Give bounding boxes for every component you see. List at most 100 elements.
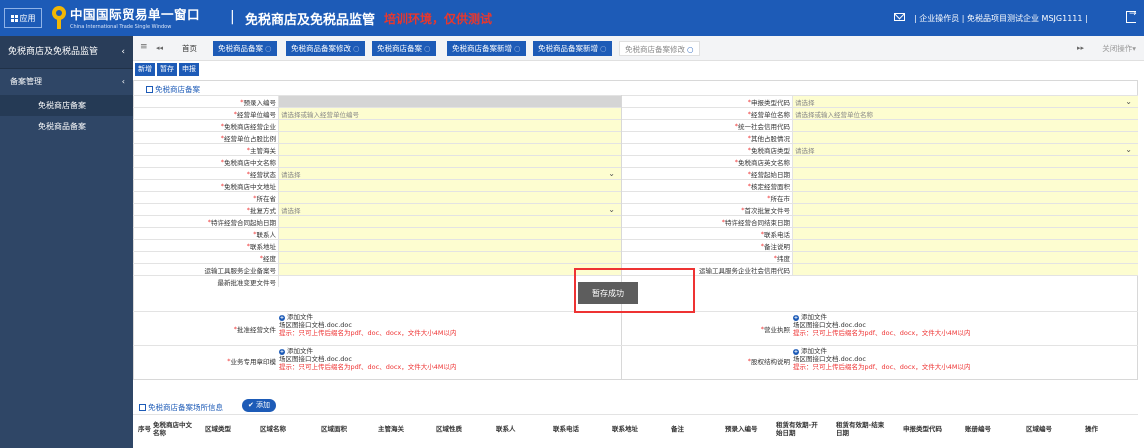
mail-icon[interactable]	[894, 13, 905, 21]
file-link[interactable]: 场区图接口文档.doc.doc	[279, 321, 456, 329]
add-file-button[interactable]: + 添加文件	[279, 347, 456, 355]
chevron-down-icon[interactable]: ⌄	[1125, 145, 1132, 154]
tab-back-icon[interactable]: ◂◂	[156, 44, 163, 52]
brand: 中国国际贸易单一窗口 China International Trade Sin…	[70, 4, 200, 30]
right-field-input[interactable]	[792, 156, 1138, 167]
brand-en: China International Trade Single Window	[70, 24, 172, 30]
save-button[interactable]: 暂存	[157, 63, 177, 76]
right-field-input[interactable]	[792, 252, 1138, 263]
right-field-input[interactable]	[792, 192, 1138, 203]
tab-shop-filing-edit[interactable]: 免税商店备案修改 ○	[619, 41, 700, 56]
right-field-input[interactable]	[792, 240, 1138, 251]
section-title-area: 免税商店备案场所信息	[139, 402, 223, 413]
close-icon[interactable]: ○	[600, 44, 607, 53]
left-field-input[interactable]	[278, 180, 621, 191]
right-field-select[interactable]: 请选择 ⌄	[792, 144, 1138, 155]
right-field-label: * 免税商店英文名称	[734, 157, 790, 167]
sidebar-item-goods-filing[interactable]: 免税商品备案	[0, 116, 133, 137]
add-file-button[interactable]: + 添加文件	[279, 313, 456, 321]
file-link[interactable]: 场区图接口文档.doc.doc	[279, 355, 456, 363]
right-field-input[interactable]	[792, 180, 1138, 191]
upload-hint: 提示：只可上传后缀名为pdf、doc、docx，文件大小4M以内	[793, 329, 971, 337]
edit-icon	[146, 86, 153, 93]
tab-shop-filing[interactable]: 免税商店备案 ○	[372, 41, 436, 56]
right-field-label: * 经营单位名称	[747, 109, 790, 119]
left-field-input[interactable]	[278, 156, 621, 167]
tab-home[interactable]: 首页	[177, 41, 202, 56]
close-icon[interactable]: ○	[514, 44, 521, 53]
right-field-input[interactable]	[792, 204, 1138, 215]
sidebar-item-shop-filing[interactable]: 免税商店备案	[0, 95, 133, 116]
left-field-input[interactable]	[278, 144, 621, 155]
file-link[interactable]: 场区图接口文档.doc.doc	[793, 355, 970, 363]
right-field-label: * 纬度	[773, 253, 790, 263]
chevron-down-icon[interactable]: ⌄	[608, 169, 615, 178]
submit-button[interactable]: 申报	[179, 63, 199, 76]
tab-goods-filing-edit[interactable]: 免税商品备案修改 ○	[286, 41, 365, 56]
right-field-input[interactable]	[792, 132, 1138, 143]
form-row: * 批复方式 请选择 ⌄ * 首次批复文件号	[133, 203, 1138, 215]
left-field-input[interactable]	[278, 216, 621, 227]
left-field-input[interactable]	[278, 132, 621, 143]
right-field-input[interactable]	[792, 228, 1138, 239]
upload-block-seal[interactable]: + 添加文件 场区图接口文档.doc.doc 提示：只可上传后缀名为pdf、doc…	[279, 347, 456, 371]
close-icon[interactable]: ○	[353, 44, 360, 53]
upload-label: * 批准经营文件	[233, 325, 276, 334]
sidebar-group-filing[interactable]: 备案管理 ‹	[0, 69, 133, 95]
tab-label: 免税商店备案新增	[452, 44, 512, 53]
right-field-input[interactable]	[792, 216, 1138, 227]
user-info[interactable]: | 企业操作员 | 免税品项目测试企业 MSJG1111 |	[914, 13, 1088, 24]
new-button[interactable]: 新增	[135, 63, 155, 76]
upload-hint: 提示：只可上传后缀名为pdf、doc、docx，文件大小4M以内	[279, 329, 457, 337]
add-area-button[interactable]: ✔ 添加	[242, 399, 276, 412]
sidebar-header[interactable]: 免税商店及免税品监管 ‹	[0, 36, 133, 69]
left-field-input[interactable]	[278, 252, 621, 263]
left-field-input[interactable]: 请选择或输入经营单位编号	[278, 108, 621, 119]
left-field-input[interactable]	[278, 264, 621, 275]
left-field-input[interactable]	[278, 96, 621, 107]
tab-goods-filing-new[interactable]: 免税商品备案新增 ○	[533, 41, 612, 56]
tab-label: 免税商店备案修改	[625, 45, 685, 54]
right-field-input[interactable]	[792, 264, 1138, 275]
close-icon[interactable]: ○	[265, 44, 272, 53]
left-field-label: * 所在省	[253, 193, 276, 203]
tab-bar: ≡ ◂◂ 首页 免税商品备案 ○ 免税商品备案修改 ○ 免税商店备案 ○ 免税商店备案…	[133, 36, 1144, 61]
chevron-down-icon[interactable]: ⌄	[1125, 97, 1132, 106]
left-field-label: * 经营单位占股比例	[220, 133, 276, 143]
sidebar: 免税商店及免税品监管 ‹ 备案管理 ‹ 免税商店备案 免税商品备案	[0, 36, 133, 448]
app-menu-button[interactable]: 应用	[4, 8, 42, 28]
tab-shop-filing-new[interactable]: 免税商店备案新增 ○	[447, 41, 526, 56]
left-field-input[interactable]	[278, 240, 621, 251]
form-row: * 联系人 * 联系电话	[133, 227, 1138, 239]
upload-block-approval[interactable]: + 添加文件 场区图接口文档.doc.doc 提示：只可上传后缀名为pdf、doc…	[279, 313, 456, 337]
table-header-cell: 区域性质	[436, 425, 462, 433]
system-title: 免税商店及免税品监管	[245, 13, 376, 28]
upload-block-equity[interactable]: + 添加文件 场区图接口文档.doc.doc 提示：只可上传后缀名为pdf、doc…	[793, 347, 970, 371]
left-field-select[interactable]: 请选择 ⌄	[278, 204, 621, 215]
table-header-cell: 预录入编号	[725, 425, 758, 433]
form-row: * 免税商店中文名称 * 免税商店英文名称	[133, 155, 1138, 167]
chevron-left-icon[interactable]: ‹	[121, 36, 125, 69]
add-file-button[interactable]: + 添加文件	[793, 347, 970, 355]
right-field-select[interactable]: 请选择 ⌄	[792, 96, 1138, 107]
left-field-input[interactable]	[278, 228, 621, 239]
right-field-input[interactable]	[792, 120, 1138, 131]
left-field-select[interactable]: 请选择 ⌄	[278, 168, 621, 179]
tab-forward-icon[interactable]: ▸▸	[1077, 44, 1084, 52]
close-icon[interactable]: ○	[687, 45, 694, 54]
table-header-cell: 区域类型	[205, 425, 231, 433]
tab-goods-filing[interactable]: 免税商品备案 ○	[213, 41, 277, 56]
add-file-button[interactable]: + 添加文件	[793, 313, 970, 321]
file-link[interactable]: 场区图接口文档.doc.doc	[793, 321, 970, 329]
menu-icon[interactable]: ≡	[140, 42, 148, 52]
close-operations-menu[interactable]: 关闭操作▾	[1102, 43, 1136, 54]
upload-block-license[interactable]: + 添加文件 场区图接口文档.doc.doc 提示：只可上传后缀名为pdf、doc…	[793, 313, 970, 337]
left-field-input[interactable]	[278, 276, 621, 287]
left-field-input[interactable]	[278, 120, 621, 131]
close-icon[interactable]: ○	[424, 44, 431, 53]
right-field-input[interactable]	[792, 168, 1138, 179]
right-field-input[interactable]: 请选择或输入经营单位名称	[792, 108, 1138, 119]
left-field-input[interactable]	[278, 192, 621, 203]
chevron-down-icon[interactable]: ⌄	[608, 205, 615, 214]
logout-icon[interactable]	[1126, 9, 1137, 23]
